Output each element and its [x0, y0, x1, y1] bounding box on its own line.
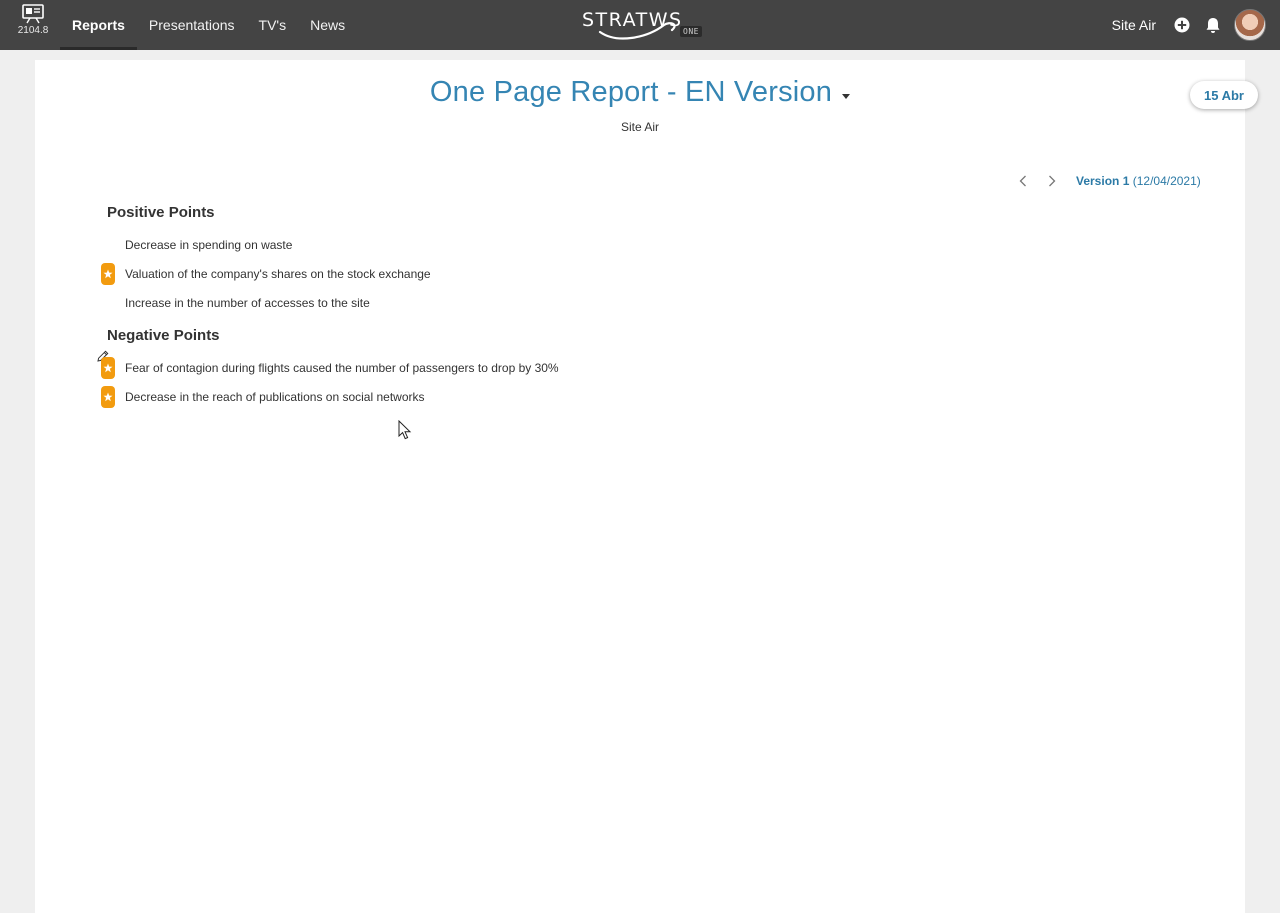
star-icon[interactable]	[101, 263, 115, 285]
version-number: Version 1	[1076, 174, 1130, 188]
point-text: Decrease in spending on waste	[125, 238, 293, 252]
presentation-board-icon	[22, 4, 44, 24]
point-text: Increase in the number of accesses to th…	[125, 296, 370, 310]
version-date: (12/04/2021)	[1132, 174, 1201, 188]
star-icon[interactable]	[101, 386, 115, 408]
plus-circle-icon[interactable]	[1172, 15, 1192, 35]
list-item[interactable]: Fear of contagion during flights caused …	[101, 357, 559, 379]
page-subtitle: Site Air	[620, 120, 659, 134]
header-tools: Site Air	[1112, 0, 1266, 50]
version-selector[interactable]: Version 1 (12/04/2021)	[1076, 174, 1201, 188]
chevron-down-icon[interactable]	[842, 94, 851, 100]
brand-swoosh-icon	[598, 22, 676, 40]
star-slot[interactable]	[101, 292, 115, 314]
point-text: Fear of contagion during flights caused …	[125, 361, 559, 375]
main-nav: Reports Presentations TV's News	[60, 0, 357, 50]
bell-icon[interactable]	[1203, 15, 1223, 35]
section-title-positive: Positive Points	[107, 204, 215, 221]
date-badge[interactable]: 15 Abr	[1190, 81, 1258, 109]
list-item[interactable]: Valuation of the company's shares on the…	[101, 263, 431, 285]
app-version: 2104.8	[17, 25, 49, 36]
point-text: Valuation of the company's shares on the…	[125, 267, 431, 281]
list-item[interactable]: Decrease in the reach of publications on…	[101, 386, 425, 408]
brand-suffix: ONE	[680, 26, 702, 37]
version-navigator: Version 1 (12/04/2021)	[1015, 172, 1201, 190]
user-avatar[interactable]	[1234, 9, 1266, 41]
nav-item-reports[interactable]: Reports	[60, 0, 137, 50]
star-icon[interactable]	[101, 357, 115, 379]
page-title: One Page Report - EN Version	[429, 76, 833, 108]
report-page: One Page Report - EN Version Site Air 15…	[35, 60, 1258, 913]
top-navbar: 2104.8 Reports Presentations TV's News S…	[0, 0, 1280, 50]
nav-item-news[interactable]: News	[298, 0, 357, 50]
nav-item-tvs[interactable]: TV's	[247, 0, 299, 50]
chevron-left-icon[interactable]	[1015, 173, 1031, 189]
point-text: Decrease in the reach of publications on…	[125, 390, 425, 404]
list-item[interactable]: Decrease in spending on waste	[101, 234, 292, 256]
chevron-right-icon[interactable]	[1044, 173, 1060, 189]
star-slot[interactable]	[101, 234, 115, 256]
site-selector[interactable]: Site Air	[1112, 17, 1156, 33]
nav-item-presentations[interactable]: Presentations	[137, 0, 247, 50]
list-item[interactable]: Increase in the number of accesses to th…	[101, 292, 370, 314]
brand-logo[interactable]: STRATWS ONE	[582, 8, 706, 42]
app-badge[interactable]: 2104.8	[12, 4, 54, 46]
mouse-cursor-icon	[398, 420, 412, 440]
section-title-negative: Negative Points	[107, 327, 220, 344]
title-row: One Page Report - EN Version	[35, 76, 1245, 109]
